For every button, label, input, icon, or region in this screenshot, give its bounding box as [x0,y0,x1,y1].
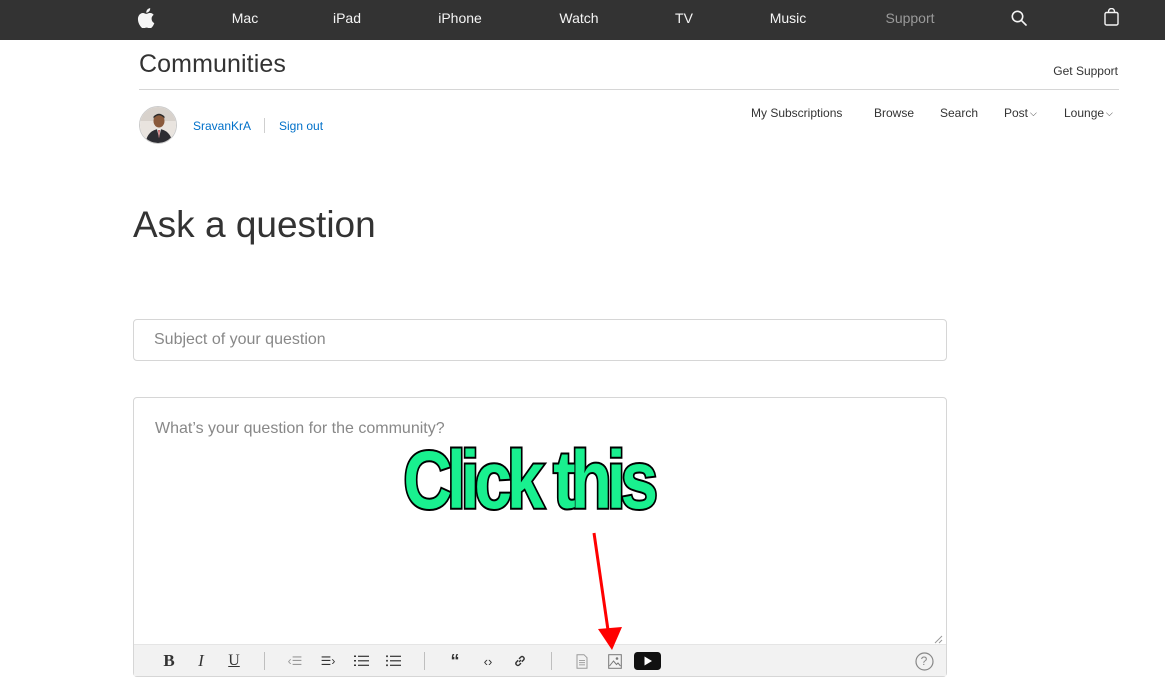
post-menu-label: Post [1004,106,1029,120]
user-separator [264,118,265,133]
underline-button[interactable]: U [222,645,246,677]
chevron-down-icon: ⌵ [1106,108,1113,118]
code-button[interactable]: ‹› [476,645,500,677]
lounge-menu-label: Lounge [1064,106,1105,120]
insert-video-button[interactable] [633,645,661,677]
italic-button[interactable]: I [189,645,213,677]
click-this-annotation: Click this [402,435,660,526]
bag-icon[interactable] [1104,8,1119,26]
insert-image-button[interactable] [603,645,627,677]
resize-handle-icon[interactable] [933,634,943,644]
avatar[interactable] [139,106,177,144]
bullet-list-icon [385,655,401,667]
nav-iphone[interactable]: iPhone [438,0,482,40]
editor-toolbar: B I U ‹☰ ☰› “ ‹› ? [134,644,946,676]
search-icon[interactable] [1011,10,1027,26]
nav-mac[interactable]: Mac [232,0,258,40]
page-title: Ask a question [133,204,376,245]
toolbar-divider [264,652,265,670]
subject-field[interactable] [133,319,947,361]
bullet-list-button[interactable] [381,645,405,677]
nav-support[interactable]: Support [885,0,934,40]
numbered-list-icon [353,655,369,666]
nav-watch[interactable]: Watch [559,0,598,40]
link-icon [515,655,525,667]
indent-button[interactable]: ☰› [316,645,340,677]
attach-file-button[interactable] [570,645,594,677]
get-support-link[interactable]: Get Support [1053,64,1118,78]
header-divider [139,89,1119,90]
lounge-menu[interactable]: Lounge ⌵ [1064,106,1113,120]
bold-button[interactable]: B [157,645,181,677]
search-link[interactable]: Search [940,106,978,120]
numbered-list-button[interactable] [349,645,373,677]
link-button[interactable] [508,645,532,677]
video-icon [633,652,661,670]
my-subscriptions-link[interactable]: My Subscriptions [751,106,842,120]
global-nav: Mac iPad iPhone Watch TV Music Support [0,0,1165,40]
blockquote-button[interactable]: “ [443,645,467,677]
help-glyph: ? [920,654,928,668]
outdent-button[interactable]: ‹☰ [283,645,307,677]
nav-music[interactable]: Music [770,0,807,40]
sign-out-link[interactable]: Sign out [279,119,323,133]
toolbar-divider [551,652,552,670]
document-icon [576,653,588,669]
browse-link[interactable]: Browse [874,106,914,120]
nav-tv[interactable]: TV [675,0,693,40]
username-link[interactable]: SravanKrA [193,119,251,133]
toolbar-divider [424,652,425,670]
chevron-down-icon: ⌵ [1030,108,1037,118]
apple-logo-icon[interactable] [137,8,155,28]
subject-input[interactable] [134,320,946,360]
image-icon [608,653,622,669]
nav-ipad[interactable]: iPad [333,0,361,40]
communities-title[interactable]: Communities [139,50,286,79]
help-button[interactable]: ? [912,645,936,677]
post-menu[interactable]: Post ⌵ [1004,106,1037,120]
